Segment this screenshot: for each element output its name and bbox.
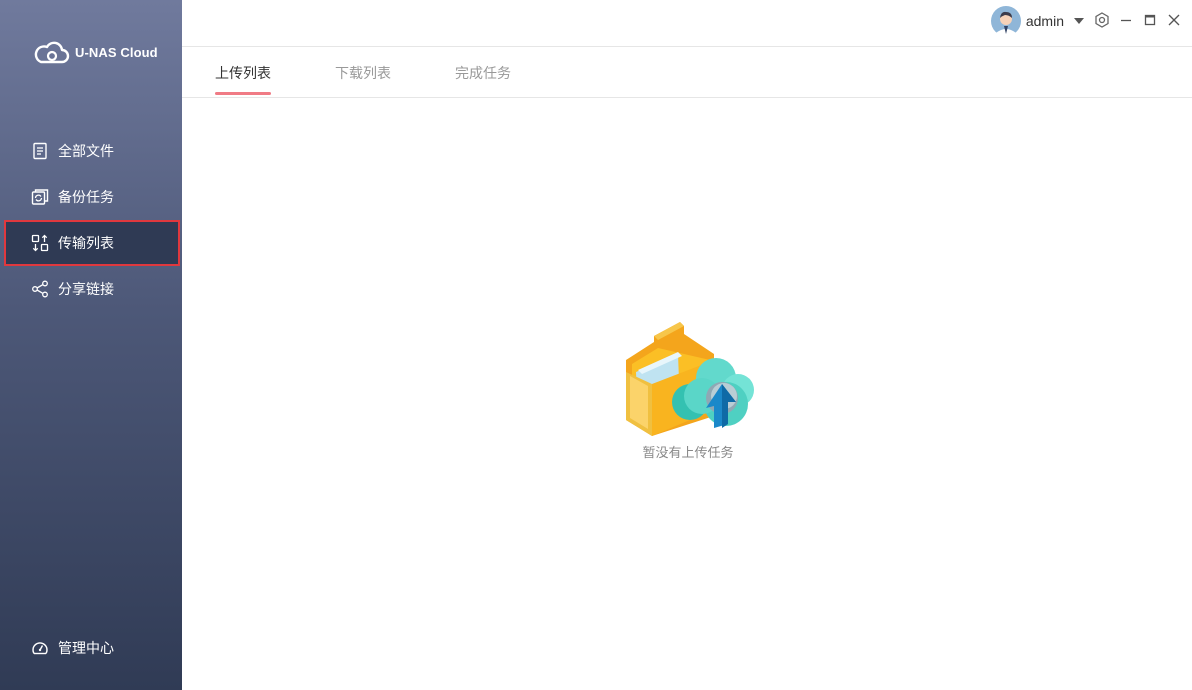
- sidebar-item-label: 传输列表: [58, 236, 114, 252]
- chevron-down-icon: [1074, 18, 1084, 24]
- transfer-icon: [31, 234, 49, 252]
- minimize-icon: [1121, 19, 1131, 22]
- sidebar-item-backup[interactable]: 备份任务: [4, 175, 180, 219]
- close-icon: [1168, 14, 1180, 26]
- sidebar-item-label: 管理中心: [58, 641, 114, 657]
- dashboard-icon: [32, 642, 48, 655]
- document-icon: [33, 142, 47, 160]
- app-logo: U-NAS Cloud: [32, 38, 158, 66]
- folder-cloud-upload-icon: [626, 322, 754, 436]
- gear-icon: [1095, 12, 1109, 28]
- tab-download-list[interactable]: 下载列表: [335, 63, 391, 95]
- cloud-logo-icon: [34, 41, 70, 64]
- sidebar-item-label: 全部文件: [58, 144, 114, 160]
- tab-completed-tasks[interactable]: 完成任务: [455, 63, 511, 95]
- minimize-button[interactable]: [1118, 12, 1134, 28]
- empty-state-message: 暂没有上传任务: [642, 446, 734, 461]
- settings-button[interactable]: [1094, 12, 1110, 28]
- share-icon: [32, 280, 48, 298]
- user-menu[interactable]: admin: [990, 6, 1084, 36]
- sidebar-item-share-links[interactable]: 分享链接: [4, 267, 180, 311]
- username: admin: [1025, 13, 1064, 29]
- app-name: U-NAS Cloud: [75, 44, 158, 60]
- empty-state: 暂没有上传任务: [618, 320, 758, 461]
- close-button[interactable]: [1166, 12, 1182, 28]
- title-bar: admin: [182, 0, 1192, 47]
- sidebar-item-transfer-list[interactable]: 传输列表: [4, 220, 180, 266]
- maximize-button[interactable]: [1142, 12, 1158, 28]
- sidebar-item-label: 分享链接: [58, 282, 114, 298]
- backup-icon: [31, 189, 49, 205]
- sidebar-item-label: 备份任务: [58, 190, 114, 206]
- maximize-icon: [1144, 14, 1156, 26]
- user-avatar-icon: [990, 6, 1021, 36]
- sidebar-item-all-files[interactable]: 全部文件: [4, 129, 180, 173]
- tab-upload-list[interactable]: 上传列表: [215, 63, 271, 95]
- sidebar-item-admin-center[interactable]: 管理中心: [4, 626, 180, 670]
- transfer-tabs: 上传列表 下载列表 完成任务: [182, 47, 1192, 98]
- avatar: [990, 6, 1021, 36]
- sidebar: U-NAS Cloud 全部文件 备份任务 传输列表 分享链接 管理中心: [0, 0, 182, 690]
